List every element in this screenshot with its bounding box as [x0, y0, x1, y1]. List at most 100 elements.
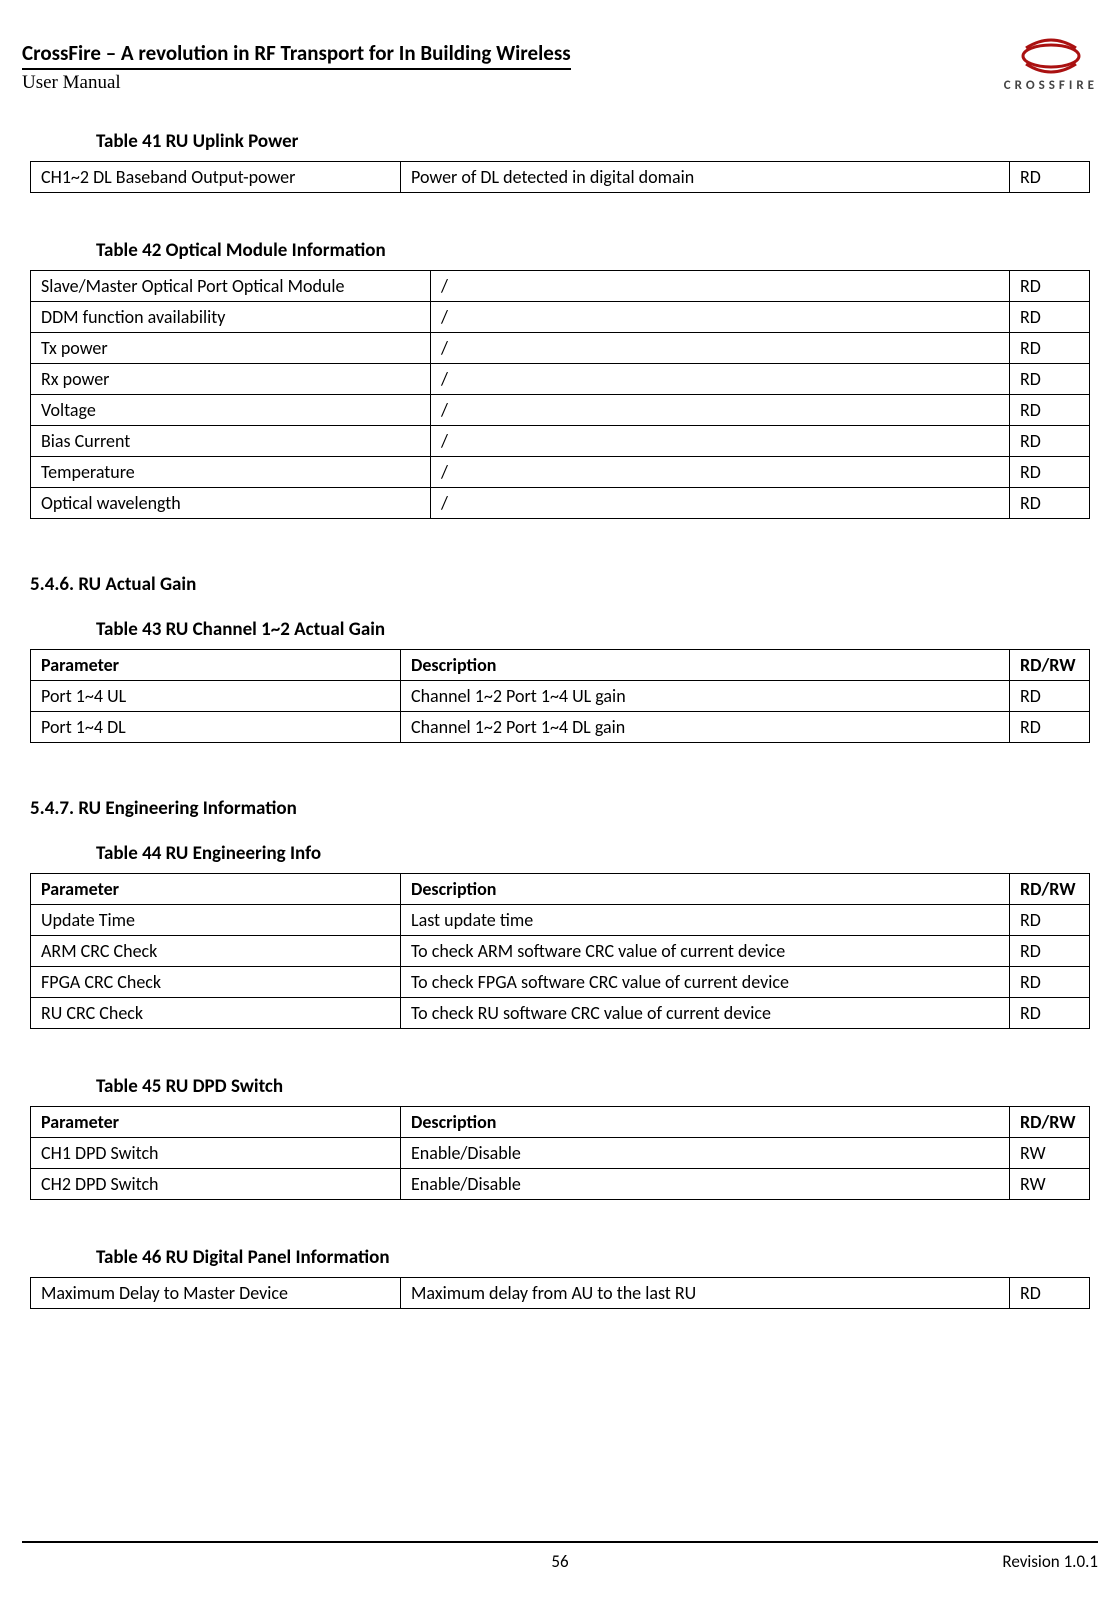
table-row: DDM function availability/RD: [31, 302, 1090, 333]
footer-divider: [22, 1541, 1098, 1543]
cell-desc: Channel 1~2 Port 1~4 DL gain: [401, 712, 1010, 743]
logo-text: CROSSFIRE: [1004, 78, 1098, 93]
header-desc: Description: [401, 650, 1010, 681]
cell-rdrw: RD: [1010, 488, 1090, 519]
table-row: Optical wavelength/RD: [31, 488, 1090, 519]
table-header-row: Parameter Description RD/RW: [31, 1107, 1090, 1138]
cell-rdrw: RD: [1010, 457, 1090, 488]
header-desc: Description: [401, 874, 1010, 905]
table-row: CH1 DPD SwitchEnable/DisableRW: [31, 1138, 1090, 1169]
cell-param: Voltage: [31, 395, 431, 426]
header-param: Parameter: [31, 650, 401, 681]
table-caption-44: Table 44 RU Engineering Info: [96, 842, 1090, 865]
table-caption-43: Table 43 RU Channel 1~2 Actual Gain: [96, 618, 1090, 641]
cell-rdrw: RD: [1010, 905, 1090, 936]
cell-rdrw: RD: [1010, 162, 1090, 193]
table-row: CH1~2 DL Baseband Output-power Power of …: [31, 162, 1090, 193]
cell-desc: /: [431, 271, 1010, 302]
section-heading-546: 5.4.6. RU Actual Gain: [30, 573, 1090, 596]
table-row: CH2 DPD SwitchEnable/DisableRW: [31, 1169, 1090, 1200]
table-row: Port 1~4 DLChannel 1~2 Port 1~4 DL gainR…: [31, 712, 1090, 743]
table-43: Parameter Description RD/RW Port 1~4 ULC…: [30, 649, 1090, 743]
cell-param: Update Time: [31, 905, 401, 936]
cell-rdrw: RW: [1010, 1138, 1090, 1169]
page-footer: 56 Revision 1.0.1: [22, 1541, 1098, 1572]
cell-desc: Channel 1~2 Port 1~4 UL gain: [401, 681, 1010, 712]
cell-param: Optical wavelength: [31, 488, 431, 519]
cell-desc: To check RU software CRC value of curren…: [401, 998, 1010, 1029]
cell-param: RU CRC Check: [31, 998, 401, 1029]
table-row: Tx power/RD: [31, 333, 1090, 364]
header-param: Parameter: [31, 874, 401, 905]
table-header-row: Parameter Description RD/RW: [31, 650, 1090, 681]
table-row: Bias Current/RD: [31, 426, 1090, 457]
cell-rdrw: RD: [1010, 967, 1090, 998]
page-number: 56: [551, 1551, 568, 1572]
page-content: Table 41 RU Uplink Power CH1~2 DL Baseba…: [22, 130, 1098, 1309]
cell-desc: Enable/Disable: [401, 1138, 1010, 1169]
table-row: Port 1~4 ULChannel 1~2 Port 1~4 UL gainR…: [31, 681, 1090, 712]
table-row: Voltage/RD: [31, 395, 1090, 426]
document-title: CrossFire – A revolution in RF Transport…: [22, 40, 571, 70]
document-subtitle: User Manual: [22, 72, 1004, 94]
page-header: CrossFire – A revolution in RF Transport…: [22, 40, 1098, 94]
cell-desc: /: [431, 395, 1010, 426]
cell-desc: /: [431, 426, 1010, 457]
header-param: Parameter: [31, 1107, 401, 1138]
cell-desc: /: [431, 302, 1010, 333]
cell-rdrw: RD: [1010, 1278, 1090, 1309]
cell-param: Port 1~4 DL: [31, 712, 401, 743]
cell-rdrw: RD: [1010, 364, 1090, 395]
cell-desc: Maximum delay from AU to the last RU: [401, 1278, 1010, 1309]
table-caption-42: Table 42 Optical Module Information: [96, 239, 1090, 262]
cell-rdrw: RD: [1010, 998, 1090, 1029]
cell-param: CH1~2 DL Baseband Output-power: [31, 162, 401, 193]
cell-rdrw: RD: [1010, 426, 1090, 457]
cell-param: Tx power: [31, 333, 431, 364]
title-block: CrossFire – A revolution in RF Transport…: [22, 40, 1004, 94]
cell-param: Bias Current: [31, 426, 431, 457]
section-heading-547: 5.4.7. RU Engineering Information: [30, 797, 1090, 820]
table-caption-41: Table 41 RU Uplink Power: [96, 130, 1090, 153]
table-45: Parameter Description RD/RW CH1 DPD Swit…: [30, 1106, 1090, 1200]
cell-param: CH1 DPD Switch: [31, 1138, 401, 1169]
cell-rdrw: RD: [1010, 712, 1090, 743]
cell-rdrw: RD: [1010, 271, 1090, 302]
cell-param: DDM function availability: [31, 302, 431, 333]
table-row: Slave/Master Optical Port Optical Module…: [31, 271, 1090, 302]
cell-desc: /: [431, 333, 1010, 364]
cell-param: Slave/Master Optical Port Optical Module: [31, 271, 431, 302]
cell-rdrw: RD: [1010, 681, 1090, 712]
cell-param: Rx power: [31, 364, 431, 395]
header-rdrw: RD/RW: [1010, 1107, 1090, 1138]
cell-param: Port 1~4 UL: [31, 681, 401, 712]
table-row: RU CRC CheckTo check RU software CRC val…: [31, 998, 1090, 1029]
cell-rdrw: RD: [1010, 302, 1090, 333]
table-46: Maximum Delay to Master Device Maximum d…: [30, 1277, 1090, 1309]
cell-desc: /: [431, 364, 1010, 395]
cell-desc: To check FPGA software CRC value of curr…: [401, 967, 1010, 998]
cell-rdrw: RD: [1010, 936, 1090, 967]
table-42: Slave/Master Optical Port Optical Module…: [30, 270, 1090, 519]
table-caption-46: Table 46 RU Digital Panel Information: [96, 1246, 1090, 1269]
cell-desc: /: [431, 488, 1010, 519]
table-header-row: Parameter Description RD/RW: [31, 874, 1090, 905]
header-desc: Description: [401, 1107, 1010, 1138]
table-row: Rx power/RD: [31, 364, 1090, 395]
cell-desc: To check ARM software CRC value of curre…: [401, 936, 1010, 967]
table-row: FPGA CRC CheckTo check FPGA software CRC…: [31, 967, 1090, 998]
cell-desc: Power of DL detected in digital domain: [401, 162, 1010, 193]
table-row: Temperature/RD: [31, 457, 1090, 488]
cell-param: CH2 DPD Switch: [31, 1169, 401, 1200]
cell-param: Maximum Delay to Master Device: [31, 1278, 401, 1309]
cell-rdrw: RD: [1010, 395, 1090, 426]
crossfire-logo-icon: [1018, 36, 1084, 76]
table-caption-45: Table 45 RU DPD Switch: [96, 1075, 1090, 1098]
table-44: Parameter Description RD/RW Update TimeL…: [30, 873, 1090, 1029]
table-row: Update TimeLast update timeRD: [31, 905, 1090, 936]
logo: CROSSFIRE: [1004, 36, 1098, 93]
cell-desc: Last update time: [401, 905, 1010, 936]
header-rdrw: RD/RW: [1010, 874, 1090, 905]
cell-desc: /: [431, 457, 1010, 488]
cell-desc: Enable/Disable: [401, 1169, 1010, 1200]
